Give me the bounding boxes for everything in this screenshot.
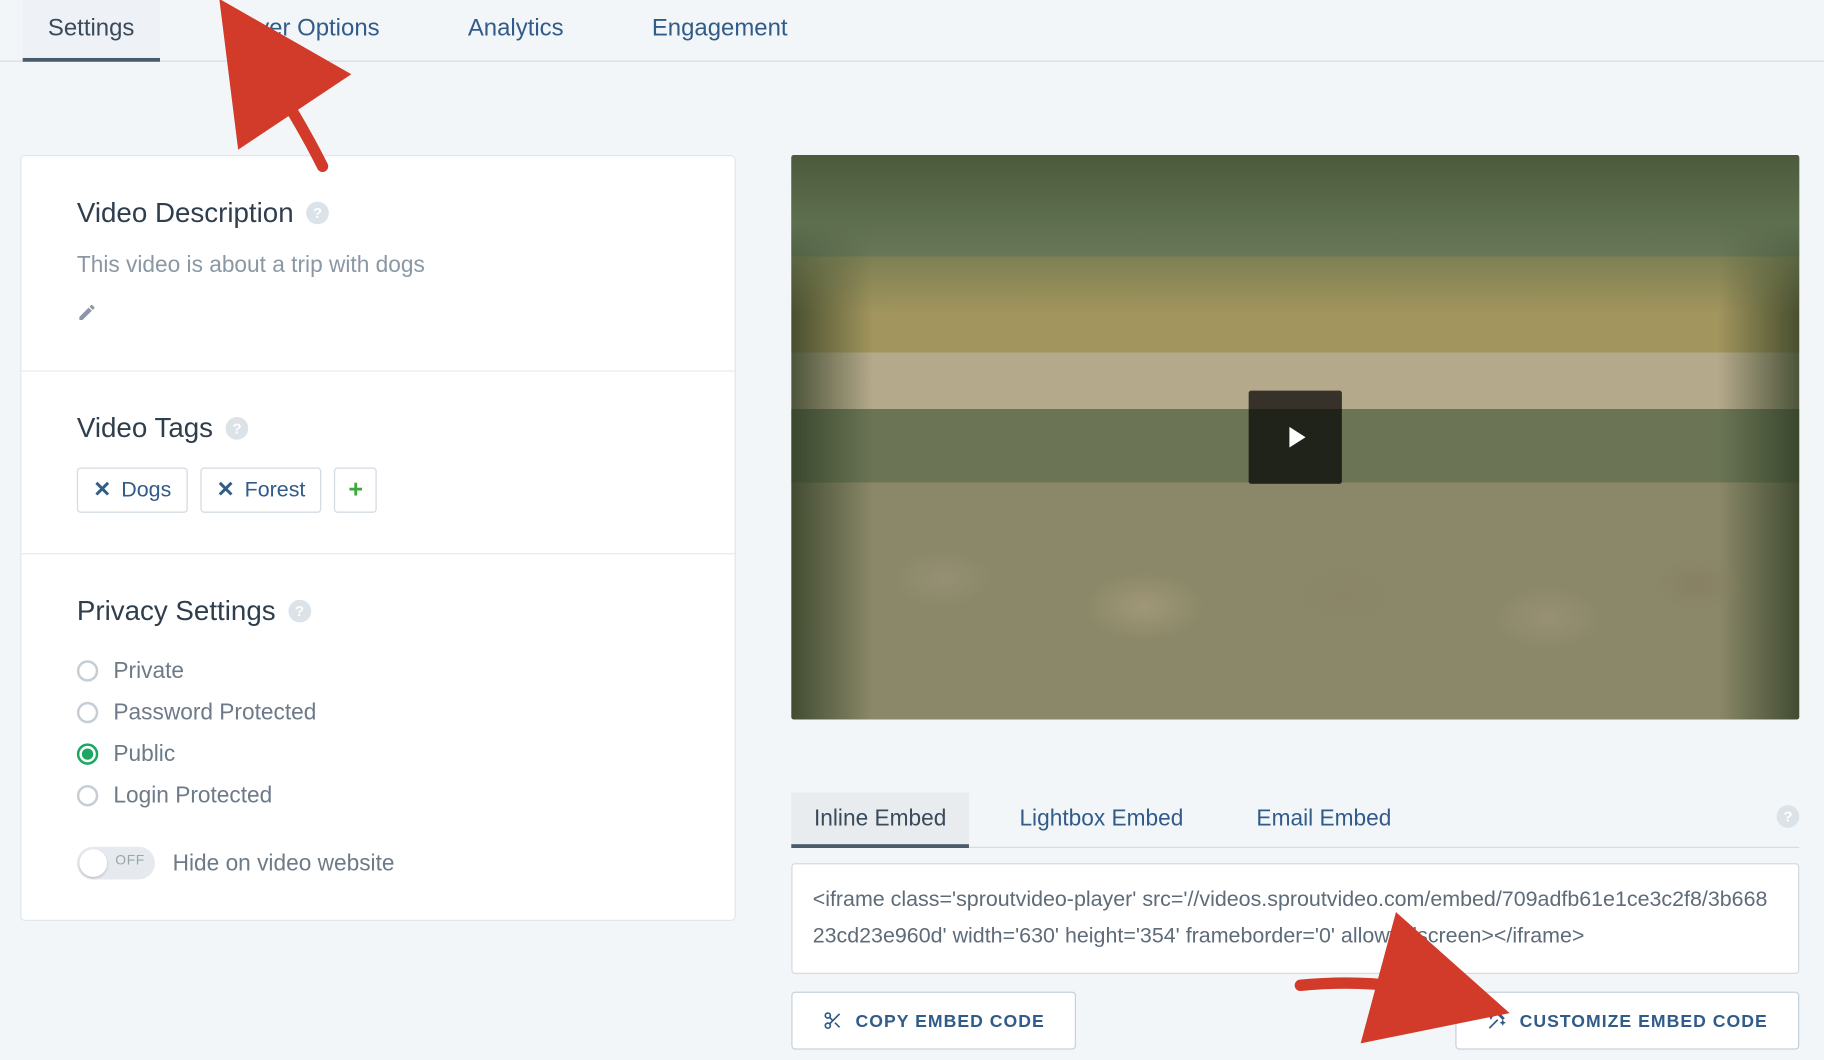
radio-label: Password Protected [113, 699, 316, 725]
radio-icon [77, 785, 98, 806]
video-description-text: This video is about a trip with dogs [77, 252, 679, 278]
embed-tab-lightbox[interactable]: Lightbox Embed [997, 793, 1206, 847]
tag-label: Forest [245, 478, 306, 503]
tab-analytics[interactable]: Analytics [443, 0, 589, 60]
privacy-settings-title: Privacy Settings [77, 595, 276, 628]
tag-dogs[interactable]: ✕ Dogs [77, 467, 188, 512]
privacy-option-password[interactable]: Password Protected [77, 692, 679, 734]
radio-label: Login Protected [113, 782, 272, 808]
embed-tabs: Inline Embed Lightbox Embed Email Embed … [791, 793, 1799, 848]
privacy-option-public[interactable]: Public [77, 733, 679, 775]
play-button[interactable] [1249, 391, 1342, 484]
toggle-state-label: OFF [115, 853, 145, 868]
video-tags-title: Video Tags [77, 412, 213, 445]
help-icon[interactable]: ? [226, 417, 249, 440]
button-label: CUSTOMIZE EMBED CODE [1520, 1010, 1768, 1030]
hide-video-toggle[interactable]: OFF [77, 847, 155, 880]
tab-settings[interactable]: Settings [23, 0, 160, 62]
edit-description-icon[interactable] [77, 306, 97, 327]
embed-section: Inline Embed Lightbox Embed Email Embed … [791, 793, 1799, 1050]
video-description-section: Video Description ? This video is about … [21, 156, 734, 371]
settings-panel: Video Description ? This video is about … [20, 155, 736, 921]
radio-icon [77, 702, 98, 723]
help-icon[interactable]: ? [288, 600, 311, 623]
video-description-title: Video Description [77, 197, 294, 230]
radio-icon [77, 660, 98, 681]
scissors-icon [823, 1010, 843, 1030]
radio-label: Public [113, 741, 175, 767]
main-tabs: Settings Player Options Analytics Engage… [0, 0, 1824, 62]
embed-tab-email[interactable]: Email Embed [1234, 793, 1414, 847]
privacy-settings-section: Privacy Settings ? Private Password Prot… [21, 554, 734, 919]
tab-engagement[interactable]: Engagement [627, 0, 813, 60]
magic-wand-icon [1487, 1010, 1507, 1030]
tab-player-options[interactable]: Player Options [197, 0, 404, 60]
hide-video-label: Hide on video website [173, 850, 395, 876]
remove-tag-icon[interactable]: ✕ [93, 478, 111, 503]
help-icon[interactable]: ? [1777, 805, 1800, 828]
copy-embed-button[interactable]: COPY EMBED CODE [791, 991, 1076, 1049]
video-tags-section: Video Tags ? ✕ Dogs ✕ Forest + [21, 372, 734, 555]
privacy-option-login[interactable]: Login Protected [77, 775, 679, 817]
radio-label: Private [113, 658, 184, 684]
customize-embed-button[interactable]: CUSTOMIZE EMBED CODE [1455, 991, 1799, 1049]
privacy-option-private[interactable]: Private [77, 650, 679, 692]
remove-tag-icon[interactable]: ✕ [217, 478, 235, 503]
toggle-knob [79, 849, 107, 877]
add-tag-button[interactable]: + [334, 467, 377, 512]
tag-label: Dogs [121, 478, 171, 503]
preview-panel: Inline Embed Lightbox Embed Email Embed … [791, 155, 1804, 1049]
radio-icon [77, 743, 98, 764]
embed-tab-inline[interactable]: Inline Embed [791, 793, 969, 848]
help-icon[interactable]: ? [306, 202, 329, 225]
video-preview[interactable] [791, 155, 1799, 719]
button-label: COPY EMBED CODE [856, 1010, 1045, 1030]
tag-forest[interactable]: ✕ Forest [200, 467, 322, 512]
embed-code[interactable]: <iframe class='sproutvideo-player' src='… [791, 863, 1799, 974]
